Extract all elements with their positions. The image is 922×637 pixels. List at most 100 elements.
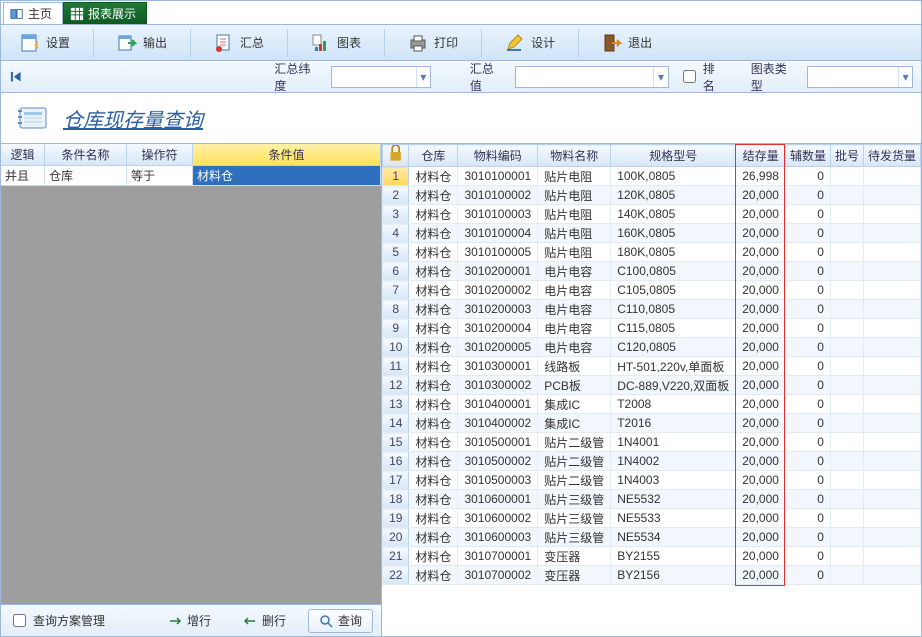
col-aux[interactable]: 辅数量: [785, 145, 830, 167]
col-spec[interactable]: 规格型号: [611, 145, 736, 167]
cell-matname[interactable]: 贴片电阻: [538, 224, 611, 243]
cell-stock[interactable]: 20,000: [736, 262, 786, 281]
chart-type-input[interactable]: [808, 67, 898, 87]
cell-aux[interactable]: 0: [785, 395, 830, 414]
cell-aux[interactable]: 0: [785, 471, 830, 490]
cell-stock[interactable]: 20,000: [736, 509, 786, 528]
add-row-button[interactable]: 增行: [158, 609, 221, 633]
page-title[interactable]: 仓库现存量查询: [63, 104, 203, 133]
cell-stock[interactable]: 20,000: [736, 395, 786, 414]
settings-button[interactable]: 设置: [9, 29, 81, 57]
cell-stock[interactable]: 20,000: [736, 547, 786, 566]
cell-aux[interactable]: 0: [785, 452, 830, 471]
cell-spec[interactable]: 1N4002: [611, 452, 736, 471]
export-button[interactable]: 输出: [106, 29, 178, 57]
cell-batch[interactable]: [830, 452, 863, 471]
cell-aux[interactable]: 0: [785, 376, 830, 395]
rank-checkbox-input[interactable]: [683, 70, 696, 83]
cell-warehouse[interactable]: 材料仓: [409, 205, 458, 224]
cell-batch[interactable]: [830, 300, 863, 319]
cell-warehouse[interactable]: 材料仓: [409, 452, 458, 471]
table-row[interactable]: 14材料仓3010400002集成ICT201620,0000: [383, 414, 921, 433]
tab-report[interactable]: 报表展示: [63, 2, 147, 24]
cell-matcode[interactable]: 3010200003: [458, 300, 538, 319]
col-cond-name[interactable]: 条件名称: [45, 144, 127, 166]
cell-matcode[interactable]: 3010200002: [458, 281, 538, 300]
col-op[interactable]: 操作符: [127, 144, 193, 166]
row-number[interactable]: 5: [383, 243, 409, 262]
cell-pending[interactable]: [863, 357, 920, 376]
cond-value[interactable]: 材料仓: [193, 166, 381, 186]
row-number[interactable]: 15: [383, 433, 409, 452]
table-row[interactable]: 10材料仓3010200005电片电容C120,080520,0000: [383, 338, 921, 357]
cell-pending[interactable]: [863, 224, 920, 243]
cell-aux[interactable]: 0: [785, 433, 830, 452]
row-number[interactable]: 10: [383, 338, 409, 357]
cell-matcode[interactable]: 3010200005: [458, 338, 538, 357]
print-button[interactable]: 打印: [397, 29, 469, 57]
cell-batch[interactable]: [830, 509, 863, 528]
table-row[interactable]: 6材料仓3010200001电片电容C100,080520,0000: [383, 262, 921, 281]
condition-row[interactable]: 并且 仓库 等于 材料仓: [1, 166, 381, 186]
cell-matname[interactable]: 线路板: [538, 357, 611, 376]
table-row[interactable]: 17材料仓3010500003贴片二级管1N400320,0000: [383, 471, 921, 490]
cell-matname[interactable]: 贴片电阻: [538, 243, 611, 262]
cell-aux[interactable]: 0: [785, 490, 830, 509]
table-row[interactable]: 1材料仓3010100001贴片电阻100K,080526,9980: [383, 167, 921, 186]
cell-warehouse[interactable]: 材料仓: [409, 338, 458, 357]
table-row[interactable]: 2材料仓3010100002贴片电阻120K,080520,0000: [383, 186, 921, 205]
cell-batch[interactable]: [830, 528, 863, 547]
col-pending[interactable]: 待发货量: [863, 145, 920, 167]
cell-aux[interactable]: 0: [785, 528, 830, 547]
cell-aux[interactable]: 0: [785, 262, 830, 281]
cell-matname[interactable]: 变压器: [538, 547, 611, 566]
cell-spec[interactable]: 1N4001: [611, 433, 736, 452]
chevron-down-icon[interactable]: ▾: [653, 67, 667, 87]
table-row[interactable]: 13材料仓3010400001集成ICT200820,0000: [383, 395, 921, 414]
table-row[interactable]: 16材料仓3010500002贴片二级管1N400220,0000: [383, 452, 921, 471]
cell-matcode[interactable]: 3010500002: [458, 452, 538, 471]
table-row[interactable]: 19材料仓3010600002贴片三级管NE553320,0000: [383, 509, 921, 528]
cell-pending[interactable]: [863, 167, 920, 186]
cell-batch[interactable]: [830, 205, 863, 224]
row-number[interactable]: 6: [383, 262, 409, 281]
cell-matname[interactable]: 集成IC: [538, 395, 611, 414]
cell-matcode[interactable]: 3010600002: [458, 509, 538, 528]
cell-spec[interactable]: C100,0805: [611, 262, 736, 281]
cell-pending[interactable]: [863, 319, 920, 338]
cell-stock[interactable]: 20,000: [736, 566, 786, 585]
cell-matcode[interactable]: 3010400002: [458, 414, 538, 433]
cell-warehouse[interactable]: 材料仓: [409, 319, 458, 338]
row-number[interactable]: 7: [383, 281, 409, 300]
cell-stock[interactable]: 20,000: [736, 205, 786, 224]
cell-spec[interactable]: T2016: [611, 414, 736, 433]
cell-matname[interactable]: 电片电容: [538, 338, 611, 357]
cell-pending[interactable]: [863, 338, 920, 357]
row-number[interactable]: 20: [383, 528, 409, 547]
dim-input[interactable]: [332, 67, 416, 87]
cell-aux[interactable]: 0: [785, 300, 830, 319]
chart-type-combo[interactable]: ▾: [807, 66, 913, 88]
table-row[interactable]: 7材料仓3010200002电片电容C105,080520,0000: [383, 281, 921, 300]
cell-matname[interactable]: 贴片电阻: [538, 186, 611, 205]
data-grid[interactable]: 仓库 物料编码 物料名称 规格型号 结存量 辅数量 批号 待发货量 1材料仓30…: [382, 144, 921, 585]
chevron-down-icon[interactable]: ▾: [898, 67, 912, 87]
cond-logic[interactable]: 并且: [1, 166, 45, 186]
cell-warehouse[interactable]: 材料仓: [409, 167, 458, 186]
cell-matname[interactable]: 贴片二级管: [538, 452, 611, 471]
cell-pending[interactable]: [863, 490, 920, 509]
exit-button[interactable]: 退出: [591, 29, 663, 57]
table-row[interactable]: 18材料仓3010600001贴片三级管NE553220,0000: [383, 490, 921, 509]
cell-spec[interactable]: BY2155: [611, 547, 736, 566]
cell-batch[interactable]: [830, 414, 863, 433]
cell-aux[interactable]: 0: [785, 243, 830, 262]
cell-matcode[interactable]: 3010400001: [458, 395, 538, 414]
row-number[interactable]: 8: [383, 300, 409, 319]
cell-stock[interactable]: 20,000: [736, 490, 786, 509]
cell-pending[interactable]: [863, 281, 920, 300]
cell-matname[interactable]: PCB板: [538, 376, 611, 395]
cell-pending[interactable]: [863, 262, 920, 281]
table-row[interactable]: 3材料仓3010100003贴片电阻140K,080520,0000: [383, 205, 921, 224]
cell-batch[interactable]: [830, 186, 863, 205]
cell-warehouse[interactable]: 材料仓: [409, 395, 458, 414]
